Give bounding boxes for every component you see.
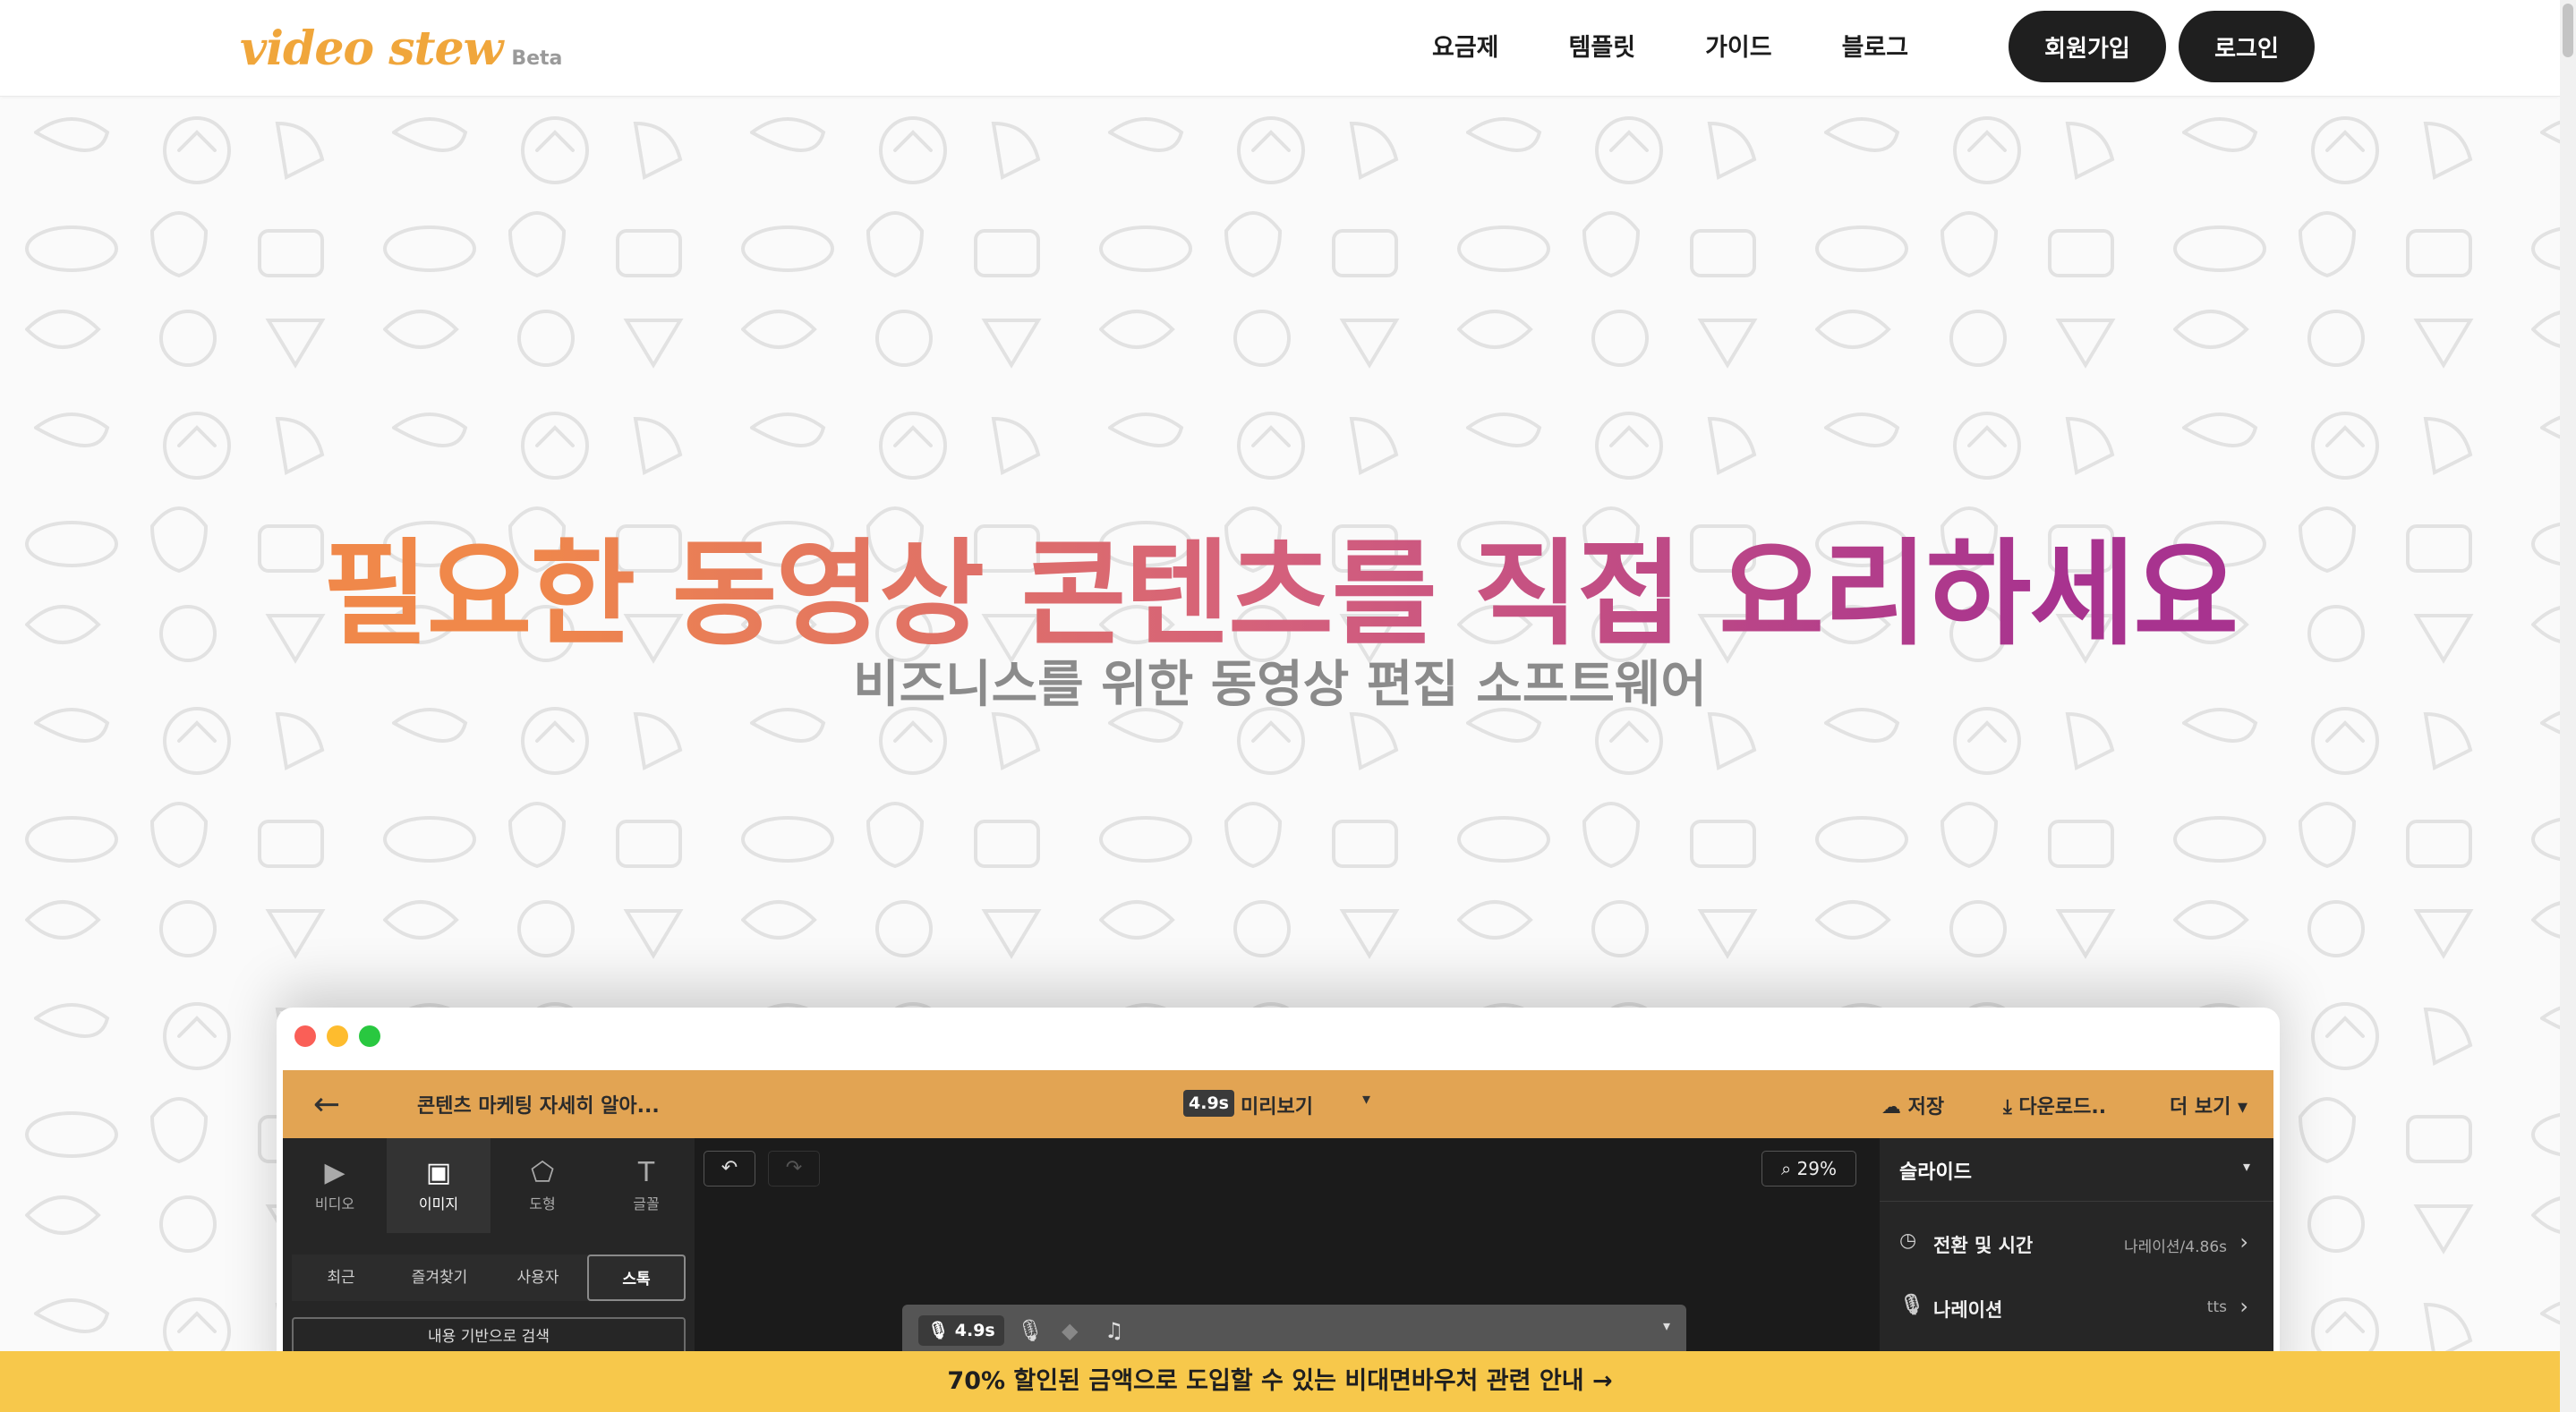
image-source-tabs: 최근 즐겨찾기 사용자 스톡 bbox=[292, 1255, 686, 1301]
tool-tab-video[interactable]: ▶ 비디오 bbox=[283, 1138, 387, 1233]
tab-favorites[interactable]: 즐겨찾기 bbox=[390, 1255, 489, 1301]
back-arrow-icon[interactable]: ← bbox=[313, 1086, 340, 1123]
tool-label-shape: 도형 bbox=[529, 1195, 556, 1212]
window-minimize-dot bbox=[327, 1025, 348, 1047]
window-maximize-dot bbox=[359, 1025, 380, 1047]
timeline-duration-chip[interactable]: 🎙 4.9s bbox=[918, 1315, 1004, 1346]
hero-title: 필요한 동영상 콘텐츠를 직접 요리하세요 bbox=[0, 501, 2560, 667]
chevron-right-icon: › bbox=[2239, 1229, 2248, 1255]
save-label: 저장 bbox=[1907, 1096, 1945, 1119]
transition-timing-row[interactable]: ◷ 전환 및 시간 나레이션/4.86s › bbox=[1899, 1226, 2254, 1262]
row-label-transition: 전환 및 시간 bbox=[1933, 1235, 2034, 1256]
panel-title: 슬라이드 bbox=[1899, 1161, 1972, 1184]
login-button[interactable]: 로그인 bbox=[2179, 11, 2315, 82]
panel-divider bbox=[1880, 1201, 2273, 1202]
tool-label-image: 이미지 bbox=[418, 1195, 459, 1212]
microphone-icon[interactable]: 🎙 bbox=[1017, 1315, 1044, 1346]
download-icon: ⤓ bbox=[2003, 1096, 2019, 1119]
transition-icon[interactable]: ◆ bbox=[1062, 1315, 1078, 1346]
music-icon[interactable]: ♫ bbox=[1105, 1315, 1124, 1346]
row-value-transition: 나레이션/4.86s bbox=[2124, 1238, 2227, 1256]
preview-button[interactable]: 미리보기 bbox=[1241, 1091, 1313, 1119]
download-button[interactable]: ⤓ 다운로드.. bbox=[2003, 1091, 2106, 1119]
mic-icon-small: 🎙 bbox=[927, 1321, 955, 1340]
tool-tab-image[interactable]: ▣ 이미지 bbox=[387, 1138, 490, 1233]
more-label: 더 보기 bbox=[2170, 1096, 2231, 1119]
duration-chip: 4.9s bbox=[1183, 1090, 1234, 1117]
beta-badge: Beta bbox=[511, 47, 563, 70]
tool-label-video: 비디오 bbox=[314, 1195, 355, 1212]
slide-timeline-bar: 🎙 4.9s 🎙 ◆ ♫ ▾ bbox=[902, 1305, 1686, 1358]
zoom-icon: ⌕ bbox=[1780, 1158, 1797, 1179]
clock-icon: ◷ bbox=[1899, 1229, 1917, 1252]
tab-stock[interactable]: 스톡 bbox=[587, 1255, 686, 1301]
zoom-value: 29% bbox=[1796, 1158, 1837, 1179]
window-close-dot bbox=[294, 1025, 316, 1047]
nav-blog[interactable]: 블로그 bbox=[1842, 25, 1909, 72]
save-button[interactable]: ☁ 저장 bbox=[1881, 1091, 1944, 1119]
site-header: video stew Beta 요금제 템플릿 가이드 블로그 회원가입 로그인 bbox=[0, 0, 2560, 97]
narration-row[interactable]: 🎙 나레이션 tts › bbox=[1899, 1290, 2254, 1326]
signup-button[interactable]: 회원가입 bbox=[2009, 11, 2166, 82]
nav-templates[interactable]: 템플릿 bbox=[1569, 25, 1636, 72]
editor-toolbar: ← 콘텐츠 마케팅 자세히 알아... 4.9s 미리보기 ▾ ☁ 저장 ⤓ 다… bbox=[283, 1070, 2273, 1138]
logo-text: video stew bbox=[240, 21, 503, 76]
tab-user[interactable]: 사용자 bbox=[489, 1255, 587, 1301]
shape-icon: ⬠ bbox=[530, 1157, 555, 1188]
project-title[interactable]: 콘텐츠 마케팅 자세히 알아... bbox=[417, 1090, 660, 1119]
page-scrollbar[interactable] bbox=[2560, 0, 2576, 1412]
preview-dropdown-icon[interactable]: ▾ bbox=[1362, 1090, 1370, 1109]
scrollbar-thumb[interactable] bbox=[2563, 4, 2573, 57]
cloud-upload-icon: ☁ bbox=[1881, 1096, 1908, 1119]
nav-pricing[interactable]: 요금제 bbox=[1432, 25, 1499, 72]
panel-dropdown-icon[interactable]: ▾ bbox=[2243, 1158, 2250, 1175]
main-nav: 요금제 템플릿 가이드 블로그 bbox=[1432, 25, 1978, 72]
timeline-dropdown-icon[interactable]: ▾ bbox=[1663, 1317, 1670, 1334]
zoom-control[interactable]: ⌕ 29% bbox=[1761, 1151, 1856, 1187]
timeline-duration: 4.9s bbox=[954, 1321, 995, 1340]
undo-button[interactable]: ↶ bbox=[704, 1151, 755, 1187]
tab-recent[interactable]: 최근 bbox=[292, 1255, 390, 1301]
tool-tab-text[interactable]: T 글꼴 bbox=[594, 1138, 698, 1233]
logo[interactable]: video stew Beta bbox=[240, 21, 562, 76]
text-icon: T bbox=[637, 1157, 655, 1188]
video-icon: ▶ bbox=[324, 1157, 345, 1188]
chevron-right-icon: › bbox=[2239, 1294, 2248, 1319]
download-label: 다운로드.. bbox=[2018, 1096, 2107, 1119]
redo-button[interactable]: ↷ bbox=[768, 1151, 820, 1187]
nav-guide[interactable]: 가이드 bbox=[1705, 25, 1772, 72]
row-label-narration: 나레이션 bbox=[1933, 1299, 2003, 1321]
microphone-icon: 🎙 bbox=[1899, 1294, 1924, 1316]
hero-subtitle: 비즈니스를 위한 동영상 편집 소프트웨어 bbox=[853, 656, 1707, 714]
more-menu-button[interactable]: 더 보기 ▾ bbox=[2170, 1091, 2248, 1119]
row-value-narration: tts bbox=[2206, 1298, 2227, 1316]
tool-tab-shape[interactable]: ⬠ 도형 bbox=[490, 1138, 594, 1233]
tool-label-text: 글꼴 bbox=[633, 1195, 660, 1212]
voucher-promo-banner[interactable]: 70% 할인된 금액으로 도입할 수 있는 비대면바우처 관련 안내 → bbox=[0, 1351, 2560, 1412]
image-icon: ▣ bbox=[425, 1157, 452, 1188]
